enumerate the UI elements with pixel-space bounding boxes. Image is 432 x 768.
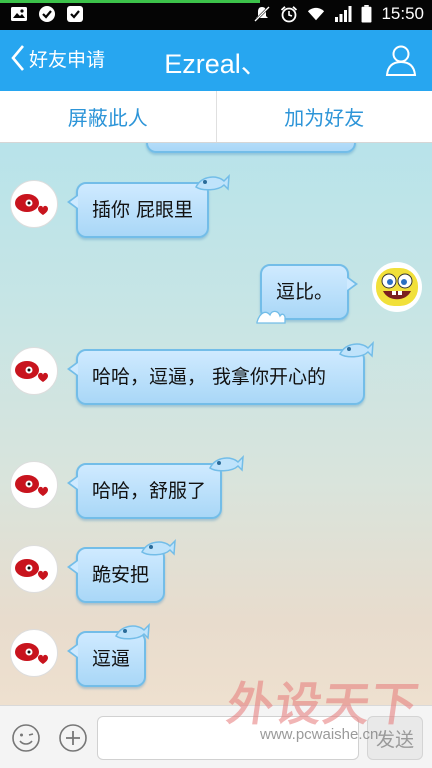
message-text: 逗逼 [92, 648, 131, 670]
plus-icon[interactable] [58, 723, 88, 753]
block-user-button[interactable]: 屏蔽此人 [0, 91, 216, 142]
check-circle-icon [39, 6, 55, 22]
message-text: 逗比。 [276, 281, 334, 303]
battery-icon [362, 5, 372, 23]
spongebob-avatar-icon [373, 263, 421, 311]
message-text: 跪安把 [92, 564, 150, 586]
heart-eye-logo-icon [15, 475, 48, 496]
add-friend-button[interactable]: 加为好友 [215, 91, 432, 142]
page-title: Ezreal、 [164, 49, 268, 79]
input-bar: 发送 [0, 705, 432, 768]
heart-eye-logo-icon [15, 361, 48, 382]
message-bubble[interactable]: 插你 屁眼里 [67, 174, 230, 238]
avatar[interactable] [10, 347, 58, 395]
alarm-icon [281, 6, 298, 23]
message-bubble[interactable]: 哈哈，逗逼， 我拿你开心的 [67, 341, 374, 405]
avatar-self[interactable] [372, 262, 422, 312]
emoji-icon[interactable] [11, 723, 41, 753]
message-bubble-partial [146, 143, 356, 153]
fish-decoration-icon [209, 455, 244, 472]
wifi-icon [308, 7, 325, 21]
message-text: 哈哈，舒服了 [92, 480, 207, 502]
fish-decoration-icon [195, 174, 230, 191]
message-bubble[interactable]: 逗逼 [67, 623, 150, 687]
avatar[interactable] [10, 545, 58, 593]
wave-decoration-icon [256, 310, 286, 324]
fish-decoration-icon [141, 539, 176, 556]
avatar[interactable] [10, 629, 58, 677]
image-icon [11, 7, 27, 21]
check-square-icon [67, 6, 83, 22]
message-text: 哈哈，逗逼， 我拿你开心的 [92, 366, 327, 388]
message-bubble-self[interactable]: 逗比。 [256, 264, 359, 324]
action-bar: 屏蔽此人 加为好友 [0, 91, 432, 143]
message-input[interactable] [97, 716, 359, 760]
heart-eye-logo-icon [15, 643, 48, 664]
message-bubble[interactable]: 跪安把 [67, 539, 176, 603]
message-text: 插你 屁眼里 [92, 199, 194, 221]
mute-icon [254, 6, 271, 22]
status-progress-line [0, 0, 260, 3]
avatar[interactable] [10, 180, 58, 228]
fish-decoration-icon [115, 623, 150, 640]
status-bar: 15:50 [0, 0, 432, 30]
avatar[interactable] [10, 461, 58, 509]
heart-eye-logo-icon [15, 559, 48, 580]
status-time: 15:50 [381, 4, 424, 23]
send-button[interactable]: 发送 [367, 716, 423, 760]
signal-icon [335, 6, 352, 22]
title-bar: 好友申请 Ezreal、 [0, 30, 432, 91]
person-icon[interactable] [384, 43, 418, 77]
chat-area[interactable]: 插你 屁眼里 逗比。 哈哈，逗逼， 我拿你开心的 哈哈，舒服了 跪安把 逗逼 [0, 143, 432, 705]
heart-eye-logo-icon [15, 194, 48, 215]
message-bubble[interactable]: 哈哈，舒服了 [67, 455, 244, 519]
fish-decoration-icon [339, 341, 374, 358]
